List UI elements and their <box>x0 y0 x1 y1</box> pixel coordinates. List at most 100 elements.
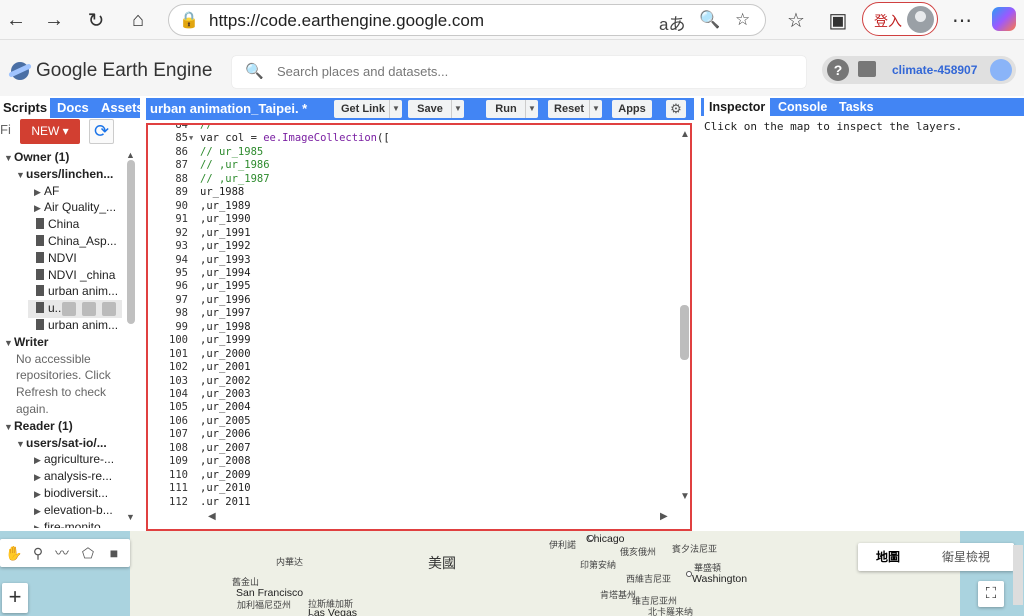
login-button[interactable]: 登入 <box>862 2 938 36</box>
left-scrollbar[interactable]: ▲ ▼ <box>124 150 138 522</box>
code-line[interactable]: ,ur_2008 <box>200 455 251 467</box>
caret-down-icon[interactable]: ▼ <box>4 338 14 348</box>
code-line[interactable]: // ,ur_1987 <box>200 173 270 185</box>
script-file[interactable]: urban anim... <box>36 318 118 335</box>
scroll-thumb[interactable] <box>127 160 135 324</box>
code-line[interactable]: var col = ee.ImageCollection([ <box>200 132 390 144</box>
folder-item[interactable]: ▶ elevation-b... <box>34 503 113 520</box>
code-line[interactable]: ,ur_1989 <box>200 200 251 212</box>
filter-input[interactable]: Fi <box>0 122 11 137</box>
code-line[interactable]: ,ur_2004 <box>200 401 251 413</box>
caret-right-icon[interactable]: ▶ <box>34 455 44 466</box>
folder-item[interactable]: ▶ agriculture-... <box>34 452 114 469</box>
code-line[interactable]: ,ur_1994 <box>200 267 251 279</box>
refresh-scripts-icon[interactable]: ⟳ <box>89 119 114 144</box>
code-horizontal-scrollbar[interactable]: ◀ ▶ <box>204 511 672 523</box>
code-line[interactable]: ,ur_1993 <box>200 254 251 266</box>
refresh-icon[interactable]: ↻ <box>82 6 110 34</box>
folder-item[interactable]: ▼users/linchen... <box>16 167 113 184</box>
run-button[interactable]: Run ▼ <box>486 100 538 118</box>
folder-item[interactable]: ▶ biodiversit... <box>34 486 108 503</box>
scroll-right-icon[interactable]: ▶ <box>660 511 668 522</box>
scroll-down-icon[interactable]: ▼ <box>680 491 690 502</box>
code-line[interactable]: ,ur_1997 <box>200 307 251 319</box>
chevron-down-icon[interactable]: ▼ <box>389 100 402 118</box>
code-line[interactable]: ,ur_1998 <box>200 321 251 333</box>
code-line[interactable]: ,ur_2011 <box>200 496 251 505</box>
zoom-icon[interactable]: 🔍 <box>699 10 720 30</box>
scroll-down-icon[interactable]: ▼ <box>126 512 135 522</box>
caret-down-icon[interactable]: ▼ <box>4 153 14 163</box>
chevron-down-icon[interactable]: ▼ <box>451 100 464 118</box>
more-icon[interactable]: ⋯ <box>948 6 976 34</box>
map-type-button[interactable]: 地圖 <box>858 543 918 571</box>
caret-right-icon[interactable]: ▶ <box>34 489 44 500</box>
folder-item[interactable]: ▼Reader (1) <box>4 419 73 436</box>
caret-right-icon[interactable]: ▶ <box>34 523 44 528</box>
reset-button[interactable]: Reset ▼ <box>548 100 602 118</box>
caret-right-icon[interactable]: ▶ <box>34 187 44 198</box>
chevron-down-icon[interactable]: ▼ <box>589 100 602 118</box>
edit-icon[interactable] <box>82 302 96 317</box>
folder-item[interactable]: ▼Owner (1) <box>4 150 69 167</box>
url-text[interactable]: https://code.earthengine.google.com <box>209 11 484 31</box>
home-icon[interactable]: ⌂ <box>124 6 152 34</box>
get-link-button[interactable]: Get Link ▼ <box>334 100 402 118</box>
rectangle-icon[interactable]: ■ <box>104 543 124 563</box>
favorite-icon[interactable]: ☆ <box>735 10 750 30</box>
search-placeholder[interactable]: Search places and datasets... <box>277 64 448 79</box>
code-line[interactable]: ,ur_2002 <box>200 375 251 387</box>
scroll-left-icon[interactable]: ◀ <box>208 511 216 522</box>
map-scrollbar[interactable] <box>1013 545 1023 605</box>
user-avatar[interactable] <box>990 59 1012 81</box>
delete-icon[interactable] <box>102 302 116 317</box>
favorites-icon[interactable]: ☆ <box>782 6 810 34</box>
scroll-up-icon[interactable]: ▲ <box>680 129 690 140</box>
tab-scripts[interactable]: Scripts <box>0 98 51 118</box>
save-button[interactable]: Save ▼ <box>408 100 464 118</box>
collections-icon[interactable]: ▣ <box>824 6 852 34</box>
hand-icon[interactable]: ✋ <box>4 543 24 563</box>
scroll-up-icon[interactable]: ▲ <box>126 150 135 160</box>
code-line[interactable]: ,ur_1996 <box>200 294 251 306</box>
code-line[interactable]: ,ur_1990 <box>200 213 251 225</box>
code-vertical-scrollbar[interactable]: ▲ ▼ <box>678 129 692 502</box>
code-line[interactable]: // <box>200 125 213 131</box>
script-file[interactable]: urban anim... <box>36 284 118 301</box>
history-icon[interactable] <box>62 302 76 317</box>
caret-down-icon[interactable]: ▼ <box>16 439 26 449</box>
code-line[interactable]: ,ur_2010 <box>200 482 251 494</box>
caret-down-icon[interactable]: ▼ <box>16 170 26 180</box>
help-icon[interactable]: ? <box>827 59 849 81</box>
project-name[interactable]: climate-458907 <box>892 63 977 77</box>
code-line[interactable]: // ur_1985 <box>200 146 263 158</box>
apps-button[interactable]: Apps <box>612 100 652 118</box>
folder-item[interactable]: ▶ fire-monito... <box>34 520 111 528</box>
code-line[interactable]: ,ur_2007 <box>200 442 251 454</box>
new-button[interactable]: NEW ▾ <box>20 119 80 144</box>
tab-console[interactable]: Console <box>778 100 827 114</box>
marker-icon[interactable]: ⚲ <box>28 543 48 563</box>
back-icon[interactable]: ← <box>2 6 30 34</box>
caret-right-icon[interactable]: ▶ <box>34 472 44 483</box>
gear-icon[interactable]: ⚙ <box>666 100 686 118</box>
read-aloud-icon[interactable]: aあ <box>659 10 685 35</box>
forward-icon[interactable]: → <box>40 6 68 34</box>
satellite-button[interactable]: 衛星檢視 <box>918 543 1014 571</box>
script-file[interactable]: NDVI <box>36 251 77 268</box>
code-line[interactable]: ur_1988 <box>200 186 244 198</box>
tab-tasks[interactable]: Tasks <box>839 100 874 114</box>
map-view[interactable]: 美國 舊金山 San Francisco 加利福尼亞州 拉斯維加斯 Las Vegas 内華… <box>0 531 1024 616</box>
code-line[interactable]: ,ur_1991 <box>200 227 251 239</box>
search-input[interactable]: 🔍 Search places and datasets... <box>232 56 806 88</box>
address-bar[interactable]: 🔒 https://code.earthengine.google.com aあ… <box>168 4 766 36</box>
polygon-icon[interactable]: ⬠ <box>78 543 98 563</box>
caret-right-icon[interactable]: ▶ <box>34 203 44 214</box>
script-file[interactable]: NDVI _china <box>36 268 115 285</box>
script-file[interactable]: u... <box>36 301 65 318</box>
code-line[interactable]: ,ur_2009 <box>200 469 251 481</box>
folder-item[interactable]: ▶ AF <box>34 184 59 201</box>
code-line[interactable]: ,ur_2006 <box>200 428 251 440</box>
script-file[interactable]: China_Asp... <box>36 234 117 251</box>
scroll-thumb[interactable] <box>680 305 689 360</box>
